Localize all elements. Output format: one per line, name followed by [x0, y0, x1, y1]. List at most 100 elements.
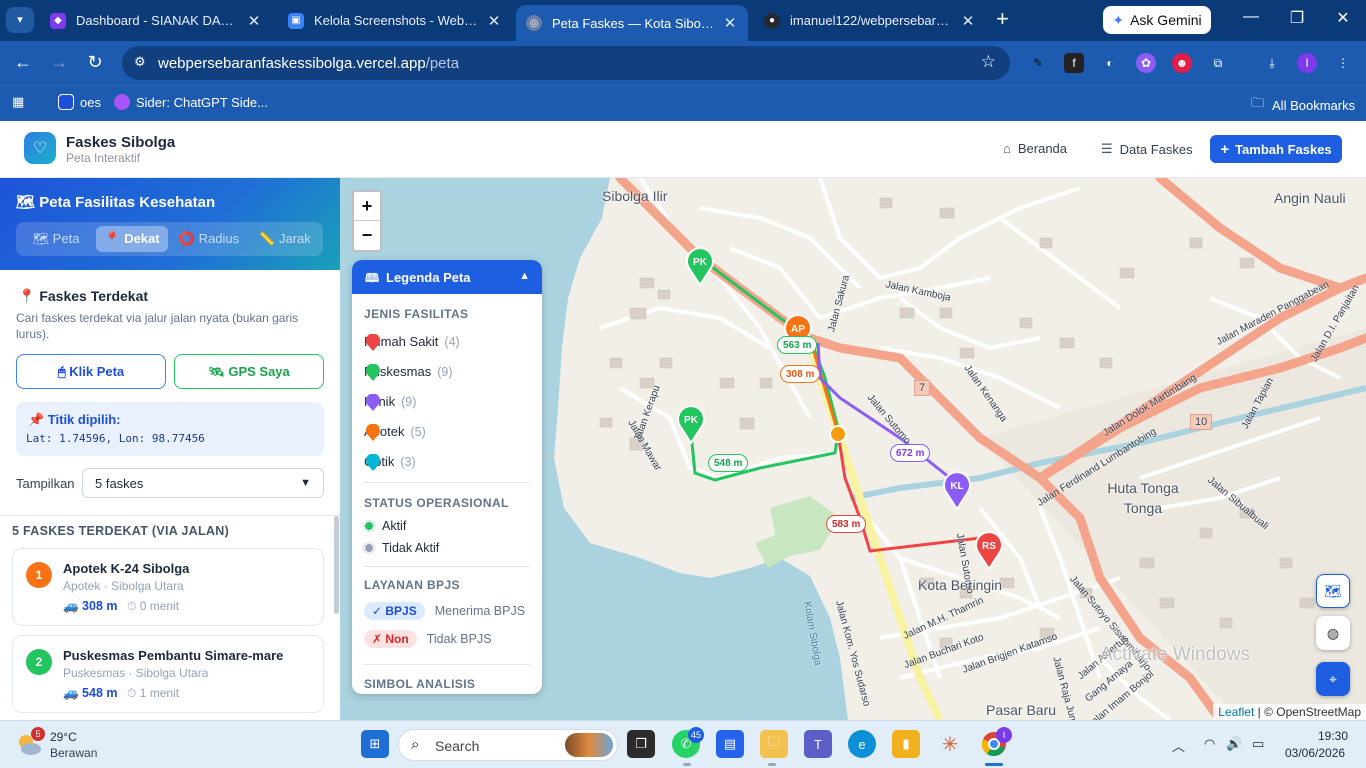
wifi-icon[interactable]: ◠: [1204, 736, 1215, 752]
download-icon[interactable]: ⤓: [1262, 53, 1282, 73]
results-heading: 5 FASKES TERDEKAT (VIA JALAN): [12, 524, 230, 538]
clock-time[interactable]: 19:30: [1318, 729, 1348, 743]
address-bar[interactable]: ⚙ webpersebaranfaskessibolga.vercel.app/…: [122, 46, 1010, 80]
result-time: ⏱ 1 menit: [127, 686, 180, 700]
bookmark-oes[interactable]: oes: [58, 94, 101, 110]
windows-taskbar: 5 29°C Berawan ⊞ ⌕ Search ❐ ✆ 45 ▤ 🗀 T e…: [0, 720, 1366, 768]
home-icon: ⌂: [1003, 141, 1011, 156]
rank-badge: 1: [26, 562, 52, 588]
close-tab-icon[interactable]: ✕: [486, 12, 502, 30]
apps-grid-icon[interactable]: ▦: [12, 94, 24, 110]
result-card[interactable]: 1 Apotek K-24 Sibolga Apotek · Sibolga U…: [12, 548, 324, 626]
reload-icon[interactable]: ↻: [84, 52, 106, 73]
locate-pin-icon[interactable]: ⌖: [1316, 662, 1350, 696]
file-explorer-icon[interactable]: 🗀: [760, 730, 788, 758]
map-canvas[interactable]: Sibolga Ilir Angin Nauli Huta Tonga Tong…: [340, 178, 1366, 720]
minimize-icon[interactable]: —: [1236, 8, 1266, 26]
tab-search-button[interactable]: ▾: [6, 7, 34, 33]
clock-date[interactable]: 03/06/2026: [1285, 746, 1345, 760]
marker-klinik[interactable]: KL: [941, 470, 973, 510]
leaflet-link[interactable]: Leaflet: [1218, 705, 1254, 719]
search-icon: ⌕: [411, 736, 420, 753]
gemini-label: Ask Gemini: [1130, 12, 1202, 28]
new-tab-button[interactable]: +: [996, 8, 1009, 30]
zoom-in-button[interactable]: +: [354, 192, 380, 221]
nav-data-faskes[interactable]: ☰ Data Faskes: [1101, 141, 1193, 157]
bookmark-sider[interactable]: Sider: ChatGPT Side...: [114, 94, 268, 110]
globe-icon[interactable]: ◍: [1316, 616, 1350, 650]
tray-chevron-up-icon[interactable]: ︿: [1172, 736, 1185, 755]
restore-icon[interactable]: ❐: [1282, 8, 1312, 28]
url-text[interactable]: webpersebaranfaskessibolga.vercel.app/pe…: [158, 55, 459, 72]
teams-icon[interactable]: T: [804, 730, 832, 758]
legend-bpjs-accept: ✓ BPJS Menerima BPJS: [364, 602, 525, 620]
tab-sianak-dara[interactable]: ◆ Dashboard - SIANAK DARA | Po ✕: [40, 5, 272, 36]
profile-avatar[interactable]: I: [1297, 53, 1317, 73]
close-tab-icon[interactable]: ✕: [960, 12, 976, 30]
klik-peta-button[interactable]: 🖱 Klik Peta: [16, 354, 166, 389]
tab-peta[interactable]: 🗺 Peta: [20, 226, 92, 252]
close-tab-icon[interactable]: ✕: [722, 14, 738, 32]
tab-radius[interactable]: ⭕ Radius: [172, 226, 246, 252]
marker-puskesmas[interactable]: PK: [684, 246, 716, 286]
legend-section-heading: LAYANAN BPJS: [364, 578, 460, 592]
brain-extension-icon[interactable]: ✿: [1136, 53, 1156, 73]
collapse-triangle-icon[interactable]: ▲: [519, 270, 530, 282]
marker-rumah-sakit[interactable]: RS: [973, 530, 1005, 570]
heart-logo-icon[interactable]: ♡: [24, 132, 56, 164]
all-bookmarks-folder[interactable]: 🗀 All Bookmarks: [1251, 94, 1355, 116]
browser-menu-icon[interactable]: ⋮: [1333, 53, 1353, 73]
volume-icon[interactable]: 🔊: [1226, 736, 1242, 752]
tab-github[interactable]: ● imanuel122/webpersebaranfask ✕: [754, 5, 986, 36]
brand-title[interactable]: Faskes Sibolga: [66, 134, 175, 151]
tambah-faskes-button[interactable]: + Tambah Faskes: [1210, 135, 1342, 163]
claude-icon[interactable]: ✳: [936, 730, 964, 758]
legend-item-optik: Optik(3): [364, 454, 416, 471]
red-extension-icon[interactable]: ☻: [1172, 53, 1192, 73]
gps-saya-button[interactable]: 🛰 GPS Saya: [174, 354, 324, 389]
back-arrow-icon[interactable]: ←: [12, 52, 34, 73]
edge-icon[interactable]: e: [848, 730, 876, 758]
site-info-icon[interactable]: ⚙: [134, 54, 152, 72]
sync-extension-icon[interactable]: ◐: [1100, 53, 1120, 73]
forward-arrow-icon[interactable]: →: [48, 52, 70, 73]
show-count-select[interactable]: 5 faskes ▼: [82, 468, 324, 498]
tab-kelola-screenshots[interactable]: ▣ Kelola Screenshots - Website Pe ✕: [278, 5, 512, 36]
result-card[interactable]: 2 Puskesmas Pembantu Simare-mare Puskesm…: [12, 635, 324, 713]
eyedropper-extension-icon[interactable]: ✎: [1028, 53, 1048, 73]
map-layers-icon[interactable]: 🗺: [1316, 574, 1350, 608]
tab-jarak[interactable]: 📏 Jarak: [250, 226, 320, 252]
task-view-icon[interactable]: ❐: [627, 730, 655, 758]
road-number: 7: [914, 380, 931, 396]
ask-gemini-button[interactable]: ✦ Ask Gemini: [1103, 6, 1211, 34]
weather-desc[interactable]: Berawan: [50, 746, 97, 760]
close-tab-icon[interactable]: ✕: [246, 12, 262, 30]
legend-status-tidak-aktif: Tidak Aktif: [364, 541, 439, 555]
zoom-out-button[interactable]: −: [354, 221, 380, 250]
nav-beranda[interactable]: ⌂ Beranda: [1003, 141, 1067, 156]
window-close-icon[interactable]: ✕: [1328, 8, 1358, 28]
windows-start-icon[interactable]: ⊞: [361, 730, 389, 758]
folder-icon: 🗀: [1251, 95, 1265, 110]
sidebar-scrollbar[interactable]: [334, 516, 339, 614]
battery-icon[interactable]: ▭: [1252, 736, 1264, 752]
green-dot-icon: [364, 521, 374, 531]
legend-item-apotek: Apotek (5): [364, 424, 426, 441]
app-header: ♡ Faskes Sibolga Peta Interaktif ⌂ Berand…: [0, 121, 1366, 178]
place-label: Angin Nauli: [1274, 190, 1346, 206]
result-distance: 🚙 308 m: [63, 599, 118, 613]
bookmark-star-icon[interactable]: ☆: [981, 52, 996, 72]
weather-temp[interactable]: 29°C: [50, 730, 77, 744]
legend-status-aktif: Aktif: [364, 519, 406, 533]
powerbi-icon[interactable]: ▮: [892, 730, 920, 758]
taskbar-search[interactable]: ⌕ Search: [398, 729, 618, 761]
red-pin-icon: [366, 334, 380, 351]
store-icon[interactable]: ▤: [716, 730, 744, 758]
legend-header[interactable]: 🕮 Legenda Peta ▲: [352, 260, 542, 294]
extensions-puzzle-icon[interactable]: ⧉: [1208, 53, 1228, 73]
tab-peta-faskes[interactable]: ◎ Peta Faskes — Kota Sibolga ✕: [516, 5, 748, 41]
tab-dekat[interactable]: 📍 Dekat: [96, 226, 168, 252]
origin-point[interactable]: [829, 425, 847, 443]
formula-extension-icon[interactable]: f: [1064, 53, 1084, 73]
marker-puskesmas[interactable]: PK: [675, 404, 707, 444]
